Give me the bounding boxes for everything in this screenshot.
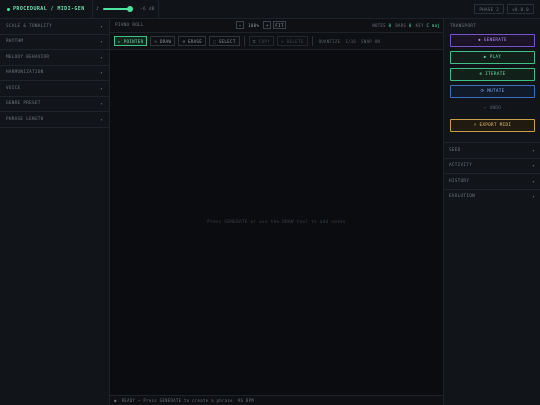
bars-value: 0 [408,23,412,28]
section-seed[interactable]: SEED ▾ [444,142,540,158]
quantize-label: QUANTIZE [318,38,341,44]
volume-value: -6 dB [140,6,155,12]
tempo-readout: 96 BPM [237,398,255,403]
section-scale-tonality[interactable]: SCALE & TONALITY ▾ [0,19,109,35]
pointer-tool-button[interactable]: ▸ POINTER [114,36,148,46]
section-label: HARMONIZATION [6,70,44,76]
status-text: READY — Press GENERATE to create a phras… [121,398,233,403]
undo-button[interactable]: ↶ UNDO [450,102,535,115]
key-value: C maj [426,23,440,28]
zoom-controls: − 100% + FIT [236,21,286,29]
section-label: PHRASE LENGTH [6,116,44,122]
transport-title: TRANSPORT [450,24,476,29]
section-label: ACTIVITY [449,163,473,169]
section-activity[interactable]: ACTIVITY ▾ [444,157,540,174]
right-panel: TRANSPORT ◆ GENERATE ▶ PLAY ⊕ ITERATE ⟳ … [443,19,540,405]
snap-label: SNAP [361,38,372,44]
status-dot-icon: ● [114,398,117,403]
section-label: MELODY BEHAVIOR [6,54,50,60]
select-tool-button[interactable]: ⬚ SELECT [209,36,240,46]
generate-button[interactable]: ◆ GENERATE [450,34,535,47]
key-label: KEY [415,23,424,28]
erase-tool-button[interactable]: ⌫ ERASE [178,36,207,46]
chevron-down-icon: ▾ [100,116,103,122]
section-harmonization[interactable]: HARMONIZATION ▾ [0,66,109,81]
notes-value: 0 [388,23,392,28]
section-label: HISTORY [449,178,470,184]
key-info: KEY C maj [416,23,440,28]
notes-count: NOTES 0 [372,23,391,28]
chevron-down-icon: ▾ [532,147,535,153]
snap-toggle[interactable]: SNAP ON [361,39,380,44]
version-badge: v0.0.0 [507,4,534,14]
volume-slider-fill [103,8,131,10]
status-dot-icon [7,7,10,11]
volume-control: ♪ -6 dB [93,0,159,19]
section-rhythm[interactable]: RHYTHM ▾ [0,35,109,50]
piano-roll-title: PIANO ROLL [115,23,144,28]
section-voice[interactable]: VOICE ▾ [0,81,109,97]
play-button[interactable]: ▶ PLAY [450,51,535,64]
notes-label: NOTES [372,23,386,28]
fit-button[interactable]: FIT [273,21,286,29]
bars-count: BARS 0 [395,23,411,28]
chevron-down-icon: ▾ [532,178,535,184]
snap-value: ON [374,38,381,44]
bars-label: BARS [395,23,407,28]
piano-roll-header: PIANO ROLL − 100% + FIT NOTES 0 BARS 0 K… [110,19,443,33]
top-bar: PROCEDURAL / MIDI-GEN ♪ -6 dB PHASE 2 v0… [0,0,540,19]
section-phrase-length[interactable]: PHRASE LENGTH ▾ [0,112,109,128]
delete-button[interactable]: ✕ DELETE [277,36,308,46]
divider [311,36,313,46]
left-panel: SCALE & TONALITY ▾ RHYTHM ▾ MELODY BEHAVIO… [0,19,110,405]
draw-tool-button[interactable]: ✎ DRAW [150,36,176,46]
phase-badge: PHASE 2 [474,4,505,14]
volume-slider-knob[interactable] [127,6,134,12]
volume-slider[interactable] [103,6,134,12]
chevron-down-icon: ▾ [100,85,103,91]
section-label: RHYTHM [6,39,24,45]
chevron-down-icon: ▾ [100,39,103,45]
mutate-button[interactable]: ⟳ MUTATE [450,85,535,98]
piano-roll-area: PIANO ROLL − 100% + FIT NOTES 0 BARS 0 K… [110,19,443,405]
tool-bar: ▸ POINTER ✎ DRAW ⌫ ERASE ⬚ SELECT ⧉ COPY… [110,33,443,50]
section-label: SCALE & TONALITY [6,23,53,29]
chevron-down-icon: ▾ [532,163,535,169]
section-label: VOICE [6,85,21,91]
copy-button[interactable]: ⧉ COPY [248,36,275,46]
chevron-down-icon: ▾ [100,70,103,76]
zoom-value: 100% [248,22,260,28]
app-title: PROCEDURAL / MIDI-GEN [13,6,85,12]
chevron-down-icon: ▾ [100,101,103,107]
section-evolution[interactable]: EVOLUTION ▾ [444,188,540,205]
export-midi-button[interactable]: ⬇ EXPORT MIDI [450,119,535,132]
piano-roll-canvas[interactable]: Press GENERATE or use the DRAW tool to a… [110,50,443,395]
section-label: GENRE PRESET [6,101,41,107]
zoom-in-button[interactable]: + [263,21,272,29]
divider [243,36,245,46]
chevron-down-icon: ▾ [100,23,103,29]
section-label: EVOLUTION [449,194,475,200]
quantize-value[interactable]: 1/16 [345,39,356,44]
empty-hint: Press GENERATE or use the DRAW tool to a… [207,220,346,225]
chevron-down-icon: ▾ [532,194,535,200]
speaker-icon[interactable]: ♪ [96,6,101,12]
section-label: SEED [449,147,461,153]
chevron-down-icon: ▾ [100,54,103,60]
app-brand: PROCEDURAL / MIDI-GEN [0,0,93,19]
iterate-button[interactable]: ⊕ ITERATE [450,68,535,81]
zoom-out-button[interactable]: − [236,21,244,29]
status-bar: ● READY — Press GENERATE to create a phr… [110,395,443,405]
section-genre-preset[interactable]: GENRE PRESET ▾ [0,97,109,112]
section-melody-behavior[interactable]: MELODY BEHAVIOR ▾ [0,50,109,66]
section-history[interactable]: HISTORY ▾ [444,173,540,189]
